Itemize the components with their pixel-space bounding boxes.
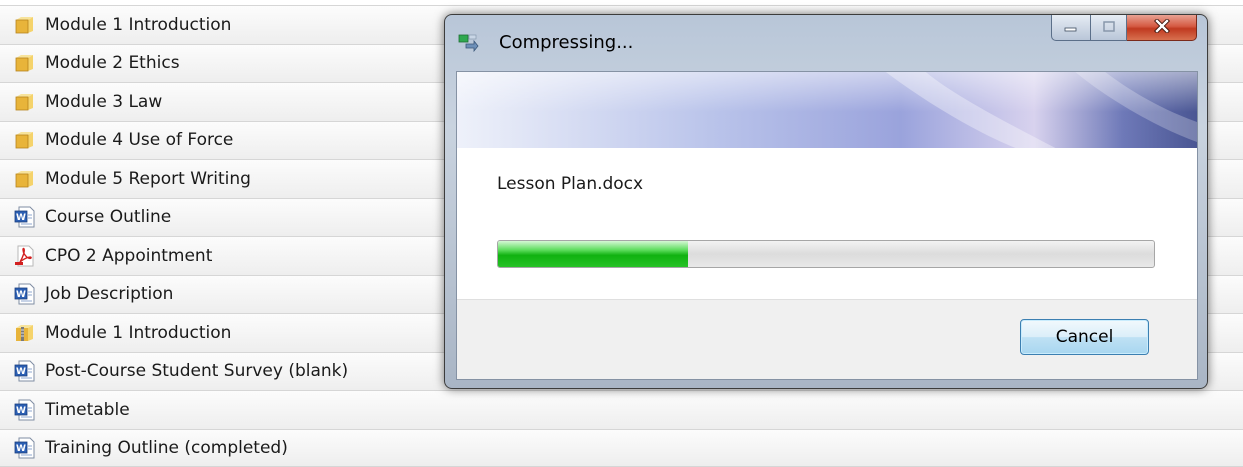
list-item[interactable]: W Timetable: [0, 390, 1243, 429]
progress-bar: [497, 240, 1155, 268]
file-name: Job Description: [45, 284, 174, 305]
maximize-icon: [1102, 18, 1116, 37]
minimize-icon: [1064, 18, 1078, 37]
word-doc-icon: W: [14, 399, 36, 421]
file-name: CPO 2 Appointment: [45, 245, 213, 266]
progress-bar-fill: [498, 241, 689, 267]
close-button[interactable]: [1127, 15, 1197, 41]
file-name: Post-Course Student Survey (blank): [45, 361, 349, 382]
minimize-button[interactable]: [1051, 15, 1091, 41]
folder-icon: [14, 52, 36, 74]
zip-folder-icon: [14, 322, 36, 344]
file-name: Module 5 Report Writing: [45, 168, 251, 189]
file-name: Timetable: [45, 399, 130, 420]
dialog-title: Compressing...: [499, 32, 634, 53]
window-controls: [1051, 15, 1197, 43]
close-icon: [1153, 18, 1170, 37]
file-name: Module 3 Law: [45, 91, 163, 112]
folder-icon: [14, 14, 36, 36]
cancel-button[interactable]: Cancel: [1020, 319, 1149, 355]
svg-text:W: W: [16, 444, 26, 454]
compressing-dialog: Compressing... Lesson Plan.docx Cancel: [444, 14, 1208, 389]
word-doc-icon: W: [14, 206, 36, 228]
maximize-button[interactable]: [1091, 15, 1127, 41]
list-item[interactable]: W Training Outline (completed): [0, 428, 1243, 467]
svg-text:W: W: [16, 213, 26, 223]
folder-icon: [14, 168, 36, 190]
dialog-titlebar[interactable]: Compressing...: [445, 15, 1207, 71]
svg-text:W: W: [16, 367, 26, 377]
svg-text:W: W: [16, 290, 26, 300]
pdf-icon: [14, 245, 36, 267]
file-name: Module 1 Introduction: [45, 14, 232, 35]
file-name: Module 1 Introduction: [45, 322, 232, 343]
file-name: Module 4 Use of Force: [45, 130, 234, 151]
dialog-content: Lesson Plan.docx Cancel: [456, 71, 1198, 380]
word-doc-icon: W: [14, 437, 36, 459]
file-name: Training Outline (completed): [45, 437, 288, 458]
compress-icon: [457, 31, 479, 53]
word-doc-icon: W: [14, 360, 36, 382]
dialog-footer: Cancel: [457, 299, 1197, 379]
dialog-banner: [457, 72, 1197, 148]
current-file-name: Lesson Plan.docx: [497, 174, 644, 194]
file-name: Module 2 Ethics: [45, 53, 180, 74]
folder-icon: [14, 129, 36, 151]
svg-text:W: W: [16, 406, 26, 416]
file-name: Course Outline: [45, 207, 172, 228]
word-doc-icon: W: [14, 283, 36, 305]
folder-icon: [14, 91, 36, 113]
